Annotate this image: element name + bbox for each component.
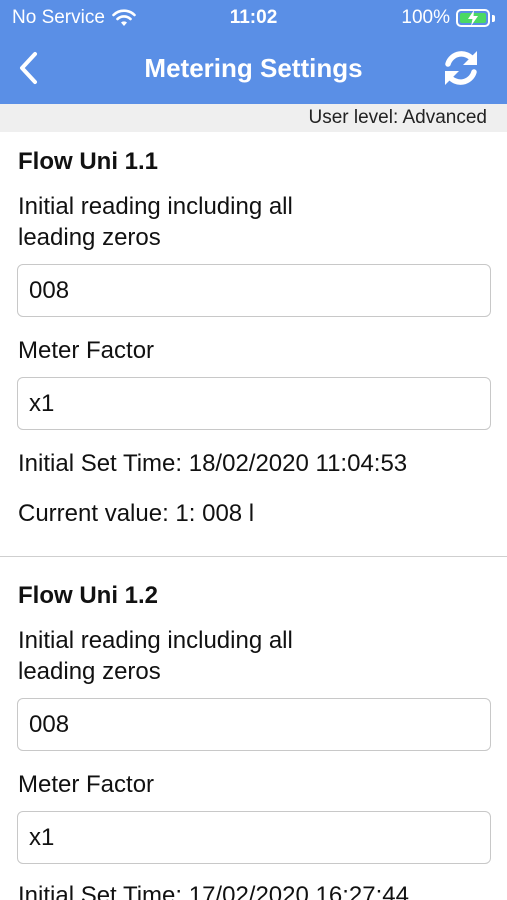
charging-bolt-icon [468, 10, 478, 26]
refresh-button[interactable] [437, 44, 485, 92]
initial-set-time: Initial Set Time: 18/02/2020 11:04:53 [18, 450, 408, 477]
user-level-bar: User level: Advanced [0, 104, 507, 132]
current-value: Current value: 1: 008 l [18, 500, 255, 527]
section-title: Flow Uni 1.2 [18, 582, 159, 609]
battery-status: 100% [401, 7, 495, 29]
initial-set-time: Initial Set Time: 17/02/2020 16:27:44 [18, 882, 409, 900]
initial-reading-label: Initial reading including all leading ze… [18, 193, 293, 251]
meter-factor-label: Meter Factor [18, 771, 155, 798]
app-header: No Service 11:02 100% Metering Settings [0, 0, 507, 104]
page-title: Metering Settings [144, 53, 363, 83]
initial-reading-label: Initial reading including all leading ze… [18, 627, 293, 685]
meter-factor-input[interactable] [17, 377, 491, 430]
section-title: Flow Uni 1.1 [18, 148, 159, 175]
user-level-label: User level: Advanced [308, 107, 488, 128]
meter-factor-input[interactable] [17, 811, 491, 864]
initial-reading-input[interactable] [17, 698, 491, 751]
status-bar: No Service 11:02 100% [0, 0, 507, 34]
initial-reading-input[interactable] [17, 264, 491, 317]
battery-percentage: 100% [401, 7, 450, 28]
section-divider [0, 556, 507, 557]
navigation-bar: Metering Settings [0, 34, 507, 104]
battery-icon [456, 9, 490, 27]
meter-factor-label: Meter Factor [18, 337, 155, 364]
refresh-icon [445, 51, 477, 85]
